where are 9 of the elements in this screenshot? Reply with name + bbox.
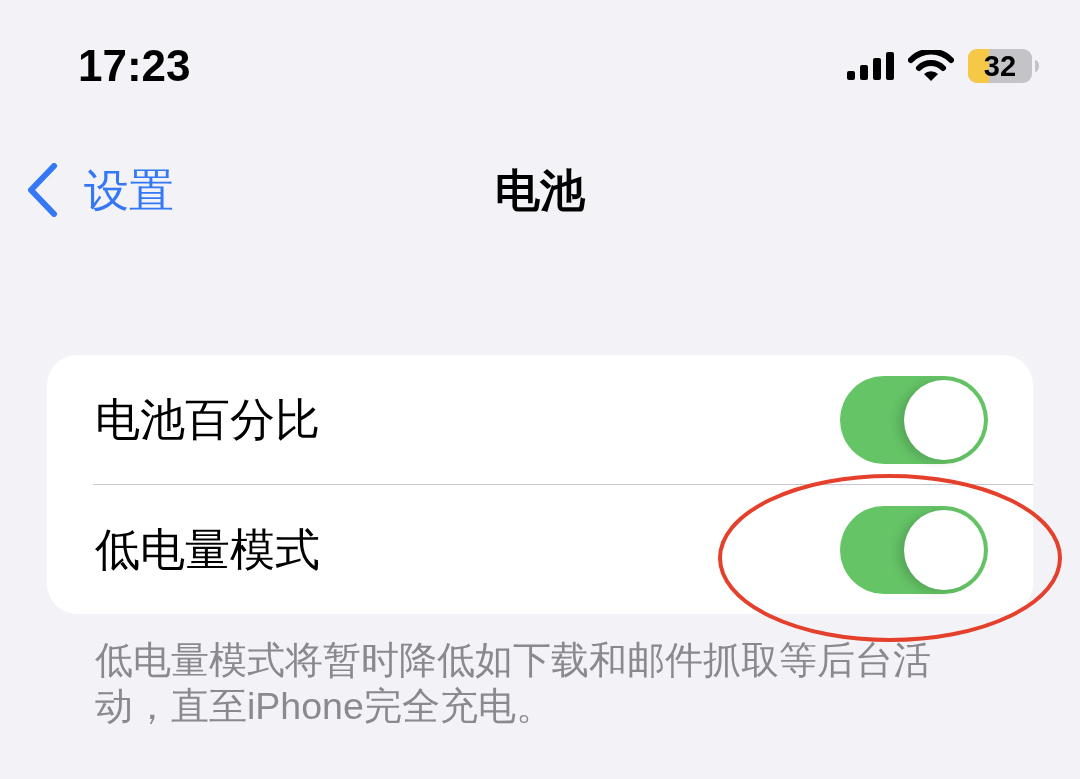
- page-title: 电池: [495, 167, 585, 213]
- wifi-icon: [908, 50, 954, 82]
- setting-label: 电池百分比: [95, 397, 320, 442]
- chevron-left-icon: [27, 163, 58, 217]
- signal-bars-icon: [847, 52, 894, 80]
- setting-label: 低电量模式: [95, 527, 320, 572]
- status-time: 17:23: [78, 44, 191, 88]
- footer-description: 低电量模式将暂时降低如下载和邮件抓取等后台活动，直至iPhone完全充电。: [95, 638, 932, 729]
- back-button[interactable]: 设置: [27, 163, 174, 217]
